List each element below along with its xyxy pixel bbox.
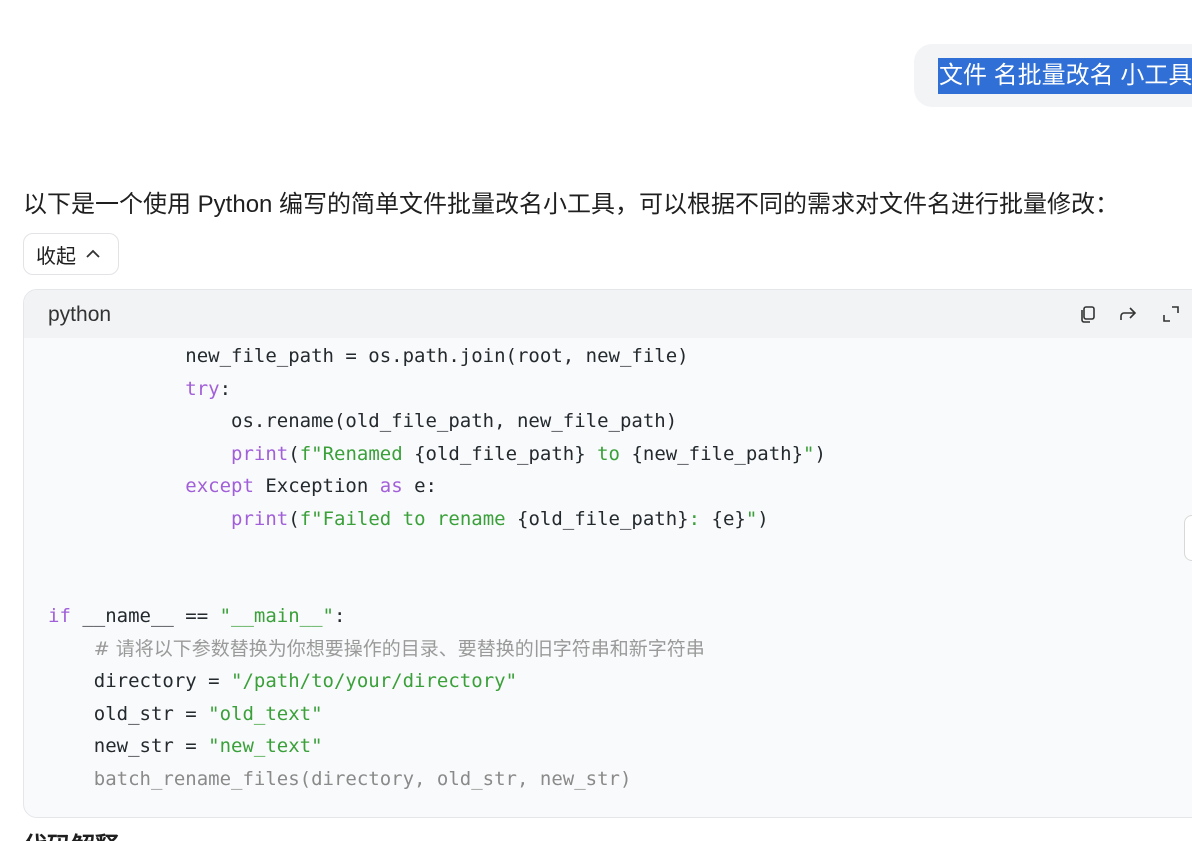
code-token: "old_text" [208,702,323,725]
code-token: print [231,507,289,530]
code-language-label: python [48,303,112,326]
code-line: try: [48,373,826,406]
code-content: new_file_path = os.path.join(root, new_f… [48,340,826,795]
code-token: {old_file_path} [517,507,689,530]
code-token: "new_text" [208,735,323,757]
code-line: new_str = "new_text" [48,730,826,763]
code-token: {new_file_path} [631,442,804,465]
expand-icon[interactable] [1161,304,1181,324]
code-token: ) [814,442,826,465]
share-icon[interactable] [1118,304,1138,324]
code-token: ) [757,507,769,530]
code-token: : [688,507,712,530]
code-token: __name__ == [70,605,220,627]
code-token: {old_file_path} [414,442,586,465]
user-message-text[interactable]: 文件 名批量改名 小工具 [938,58,1192,94]
code-line: batch_rename_files(directory, old_str, n… [48,763,826,796]
code-block: python new_file_path = os.path.join(root… [23,289,1192,818]
assistant-intro-text: 以下是一个使用 Python 编写的简单文件批量改名小工具，可以根据不同的需求对… [23,191,1120,218]
next-section-heading: 代码解释 [23,832,119,841]
code-token: batch_rename_files(directory, old_str, n… [48,767,632,790]
code-token: : [219,377,232,400]
code-token: directory = [48,670,232,692]
copy-icon[interactable] [1078,304,1098,324]
code-token: ( [288,442,300,465]
code-token: f"Renamed [299,442,415,465]
code-token: Exception [253,475,380,497]
code-token: "/path/to/your/directory" [231,670,518,692]
code-token: new_str = [48,735,209,757]
collapse-button[interactable]: 收起 [23,233,119,275]
code-line: new_file_path = os.path.join(root, new_f… [48,340,826,373]
code-token: {e} [711,507,746,530]
code-block-header: python [24,290,1192,338]
code-line: # 请将以下参数替换为你想要操作的目录、要替换的旧字符串和新字符串 [48,633,826,666]
code-token: ( [288,507,300,530]
code-token: try [185,377,220,400]
code-token: new_file_path = os.path.join(root, new_f… [48,345,689,367]
side-scroll-handle[interactable] [1184,515,1192,561]
chevron-up-icon [86,249,100,258]
code-line: directory = "/path/to/your/directory" [48,665,826,698]
code-line: print(f"Failed to rename {old_file_path}… [48,503,826,536]
user-message-bubble: 文件 名批量改名 小工具 [914,44,1192,107]
code-token: except [185,475,254,497]
code-token: os.rename(old_file_path, new_file_path) [48,410,678,432]
code-token: # 请将以下参数替换为你想要操作的目录、要替换的旧字符串和新字符串 [93,637,705,660]
code-token: as [379,475,403,497]
code-line: os.rename(old_file_path, new_file_path) [48,405,826,438]
code-token: e: [402,475,437,497]
code-token: f"Failed to rename [299,507,518,530]
code-token: to [585,442,632,465]
code-token: if [48,605,71,627]
code-token: print [231,442,289,465]
code-token: " [745,507,758,530]
code-token: " [803,442,815,465]
collapse-label: 收起 [36,245,76,268]
code-line: if __name__ == "__main__": [48,600,826,633]
code-token: "__main__" [219,605,334,627]
code-token: : [334,605,346,627]
chat-page: 文件 名批量改名 小工具 以下是一个使用 Python 编写的简单文件批量改名小… [0,0,1192,841]
code-token: old_str = [48,702,209,725]
code-line: print(f"Renamed {old_file_path} to {new_… [48,438,826,471]
code-line: old_str = "old_text" [48,698,826,731]
code-line: except Exception as e: [48,470,826,503]
